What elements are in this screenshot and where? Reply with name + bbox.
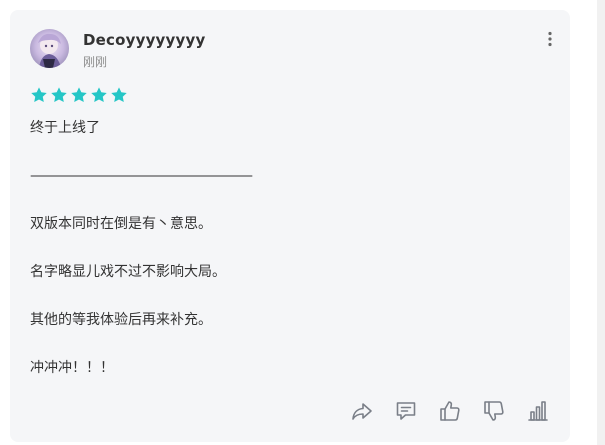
scrollbar[interactable] — [597, 0, 605, 445]
review-paragraph: 其他的等我体验后再来补充。 — [30, 312, 212, 328]
review-content: 终于上线了 ———————————————————— 双版本同时在倒是有丶意思。… — [30, 118, 550, 406]
review-paragraph: 终于上线了 — [30, 120, 100, 136]
username[interactable]: Decoyyyyyyyy — [83, 31, 205, 49]
star-icon — [71, 87, 87, 103]
bar-chart-icon[interactable] — [526, 399, 550, 423]
more-vertical-icon[interactable] — [545, 31, 555, 47]
review-paragraph: 双版本同时在倒是有丶意思。 — [30, 216, 212, 232]
post-time: 刚刚 — [83, 55, 108, 69]
star-icon — [31, 87, 47, 103]
thumbs-down-icon[interactable] — [482, 399, 506, 423]
star-icon — [51, 87, 67, 103]
action-bar — [350, 399, 550, 423]
review-card: Decoyyyyyyyy 刚刚 终于上线了 ——————————————————… — [10, 10, 570, 442]
star-rating — [30, 86, 128, 104]
star-icon — [91, 87, 107, 103]
review-paragraph: ———————————————————— — [30, 168, 253, 184]
share-icon[interactable] — [350, 399, 374, 423]
comment-icon[interactable] — [394, 399, 418, 423]
star-icon — [111, 87, 127, 103]
avatar[interactable] — [30, 29, 69, 68]
review-paragraph: 名字略显儿戏不过不影响大局。 — [30, 264, 226, 280]
thumbs-up-icon[interactable] — [438, 399, 462, 423]
